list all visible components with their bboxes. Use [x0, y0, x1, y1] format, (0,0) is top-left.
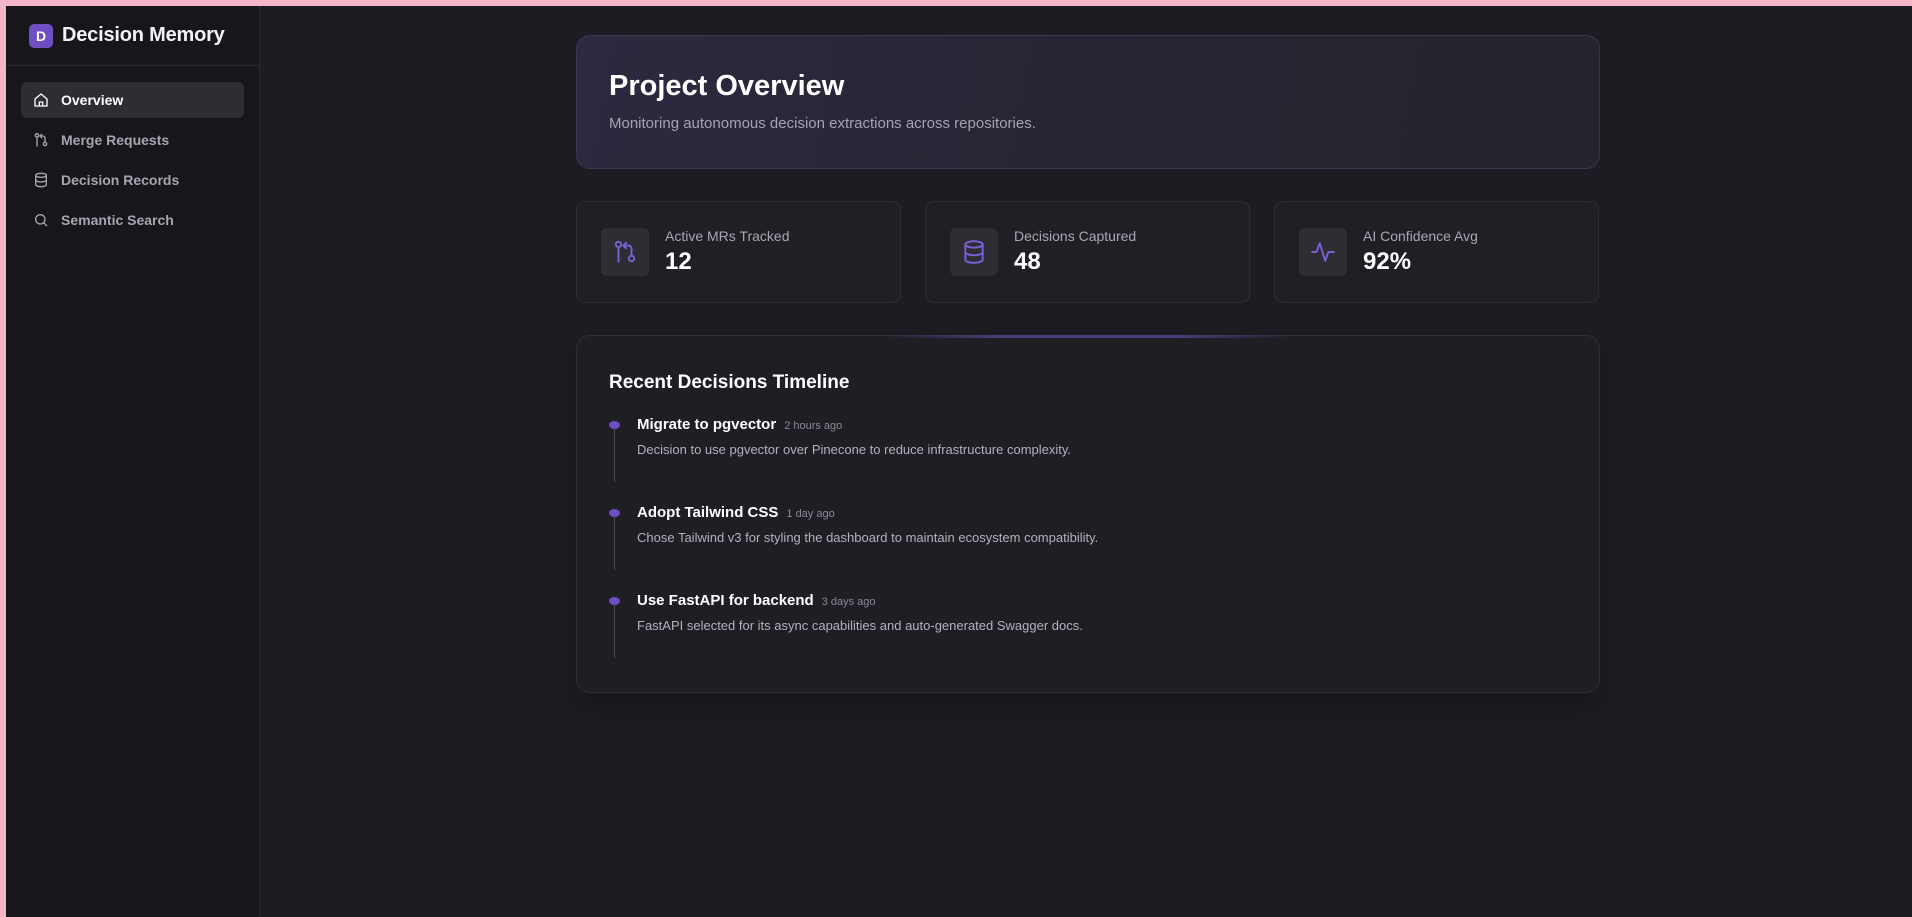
recent-decisions-timeline: Recent Decisions Timeline Migrate to pgv…	[576, 335, 1600, 693]
stat-card-active-mrs: Active MRs Tracked 12	[576, 201, 901, 303]
sidebar-item-merge-requests[interactable]: Merge Requests	[21, 122, 244, 158]
timeline-item-title: Adopt Tailwind CSS	[637, 504, 779, 521]
page-title: Project Overview	[609, 70, 845, 102]
timeline-dot	[609, 509, 620, 517]
stat-card-decisions-captured: Decisions Captured 48	[925, 201, 1250, 303]
timeline-connector	[614, 429, 615, 482]
stat-icon-box	[950, 228, 998, 276]
search-icon	[35, 214, 48, 227]
stat-value: 48	[1014, 248, 1041, 275]
timeline-dot	[609, 421, 620, 429]
stats-row: Active MRs Tracked 12 Decisions Captured	[576, 201, 1600, 303]
stat-label: AI Confidence Avg	[1363, 228, 1478, 244]
brand-name: Decision Memory	[62, 24, 225, 46]
timeline-item[interactable]: Use FastAPI for backend 3 days ago FastA…	[609, 592, 1567, 680]
stat-label: Decisions Captured	[1014, 228, 1137, 244]
timeline-item-description: Chose Tailwind v3 for styling the dashbo…	[637, 530, 1099, 545]
stat-label: Active MRs Tracked	[665, 228, 790, 244]
timeline-title: Recent Decisions Timeline	[609, 372, 850, 393]
sidebar-item-label: Overview	[61, 92, 124, 108]
sidebar-item-label: Semantic Search	[61, 212, 174, 228]
timeline-item-title: Migrate to pgvector	[637, 416, 777, 433]
project-overview-banner: Project Overview Monitoring autonomous d…	[576, 35, 1600, 169]
brand: D Decision Memory	[6, 6, 259, 66]
sidebar-item-decision-records[interactable]: Decision Records	[21, 162, 244, 198]
timeline-item-title: Use FastAPI for backend	[637, 592, 814, 609]
timeline-item-time: 2 hours ago	[784, 420, 843, 432]
git-merge-icon	[614, 240, 636, 263]
stat-text: AI Confidence Avg 92%	[1363, 228, 1478, 276]
database-icon	[35, 172, 47, 188]
main-content: Project Overview Monitoring autonomous d…	[260, 6, 1912, 917]
page-subtitle: Monitoring autonomous decision extractio…	[609, 115, 1036, 132]
activity-icon	[1311, 242, 1335, 262]
timeline-item-time: 1 day ago	[786, 508, 835, 520]
timeline-item-description: Decision to use pgvector over Pinecone t…	[637, 442, 1072, 457]
timeline-item[interactable]: Adopt Tailwind CSS 1 day ago Chose Tailw…	[609, 504, 1567, 592]
timeline-item-time: 3 days ago	[821, 596, 876, 608]
database-icon	[964, 240, 984, 264]
sidebar-item-semantic-search[interactable]: Semantic Search	[21, 202, 244, 238]
timeline-item[interactable]: Migrate to pgvector 2 hours ago Decision…	[609, 416, 1567, 504]
stat-text: Active MRs Tracked 12	[665, 228, 789, 276]
brand-logo: D	[29, 23, 53, 48]
git-merge-icon	[34, 133, 48, 147]
sidebar-nav: Overview Merge Requests Decision Records…	[6, 66, 259, 258]
stat-card-ai-confidence: AI Confidence Avg 92%	[1274, 201, 1599, 303]
content-column: Project Overview Monitoring autonomous d…	[576, 35, 1600, 693]
home-icon	[34, 93, 48, 107]
stat-icon-box	[1299, 228, 1347, 276]
timeline-item-header: Use FastAPI for backend 3 days ago	[637, 592, 1567, 609]
stat-icon-box	[601, 228, 649, 276]
timeline-dot	[609, 597, 620, 605]
timeline-item-header: Adopt Tailwind CSS 1 day ago	[637, 504, 1567, 521]
timeline-connector	[614, 605, 615, 658]
app-window: D Decision Memory Overview Merge Request…	[6, 6, 1912, 917]
stat-text: Decisions Captured 48	[1014, 228, 1136, 276]
stat-value: 92%	[1363, 248, 1412, 275]
timeline-item-header: Migrate to pgvector 2 hours ago	[637, 416, 1567, 433]
sidebar: D Decision Memory Overview Merge Request…	[6, 6, 260, 917]
timeline-item-description: FastAPI selected for its async capabilit…	[637, 618, 1083, 633]
stat-value: 12	[665, 248, 692, 275]
timeline-connector	[614, 517, 615, 570]
sidebar-item-label: Merge Requests	[61, 132, 170, 148]
sidebar-item-overview[interactable]: Overview	[21, 82, 244, 118]
sidebar-item-label: Decision Records	[61, 172, 180, 188]
